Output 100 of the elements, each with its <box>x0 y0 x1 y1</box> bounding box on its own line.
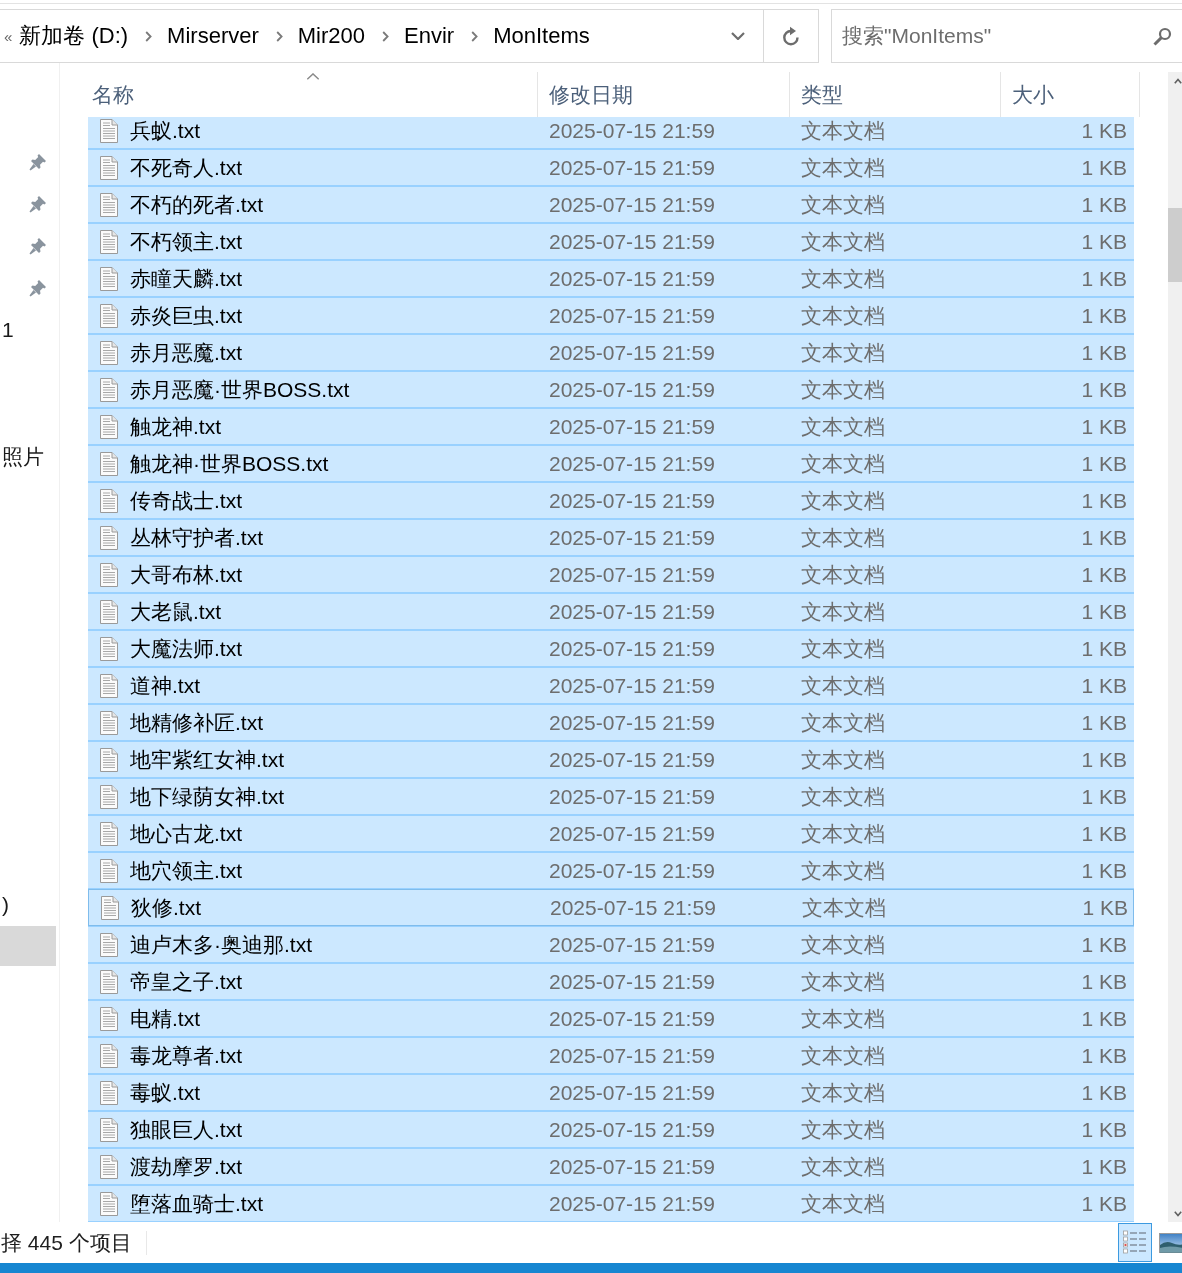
file-row[interactable]: 迪卢木多·奥迪那.txt 2025-07-15 21:59 文本文档 1 KB <box>88 926 1134 963</box>
file-type: 文本文档 <box>800 228 886 255</box>
file-size: 1 KB <box>1080 229 1128 254</box>
file-row[interactable]: 独眼巨人.txt 2025-07-15 21:59 文本文档 1 KB <box>88 1111 1134 1148</box>
file-row[interactable]: 不朽领主.txt 2025-07-15 21:59 文本文档 1 KB <box>88 223 1134 260</box>
file-type: 文本文档 <box>800 1005 886 1032</box>
modified-date: 2025-07-15 21:59 <box>548 636 716 661</box>
file-row[interactable]: 堕落血骑士.txt 2025-07-15 21:59 文本文档 1 KB <box>88 1185 1134 1222</box>
breadcrumb-link[interactable]: Mir200 <box>296 23 367 49</box>
document-icon <box>100 747 118 772</box>
document-icon <box>100 932 118 957</box>
file-type: 文本文档 <box>800 339 886 366</box>
scrollbar-track[interactable] <box>1168 72 1182 1222</box>
search-icon[interactable] <box>1153 27 1172 46</box>
chevron-right-icon[interactable] <box>145 30 153 42</box>
file-row[interactable]: 电精.txt 2025-07-15 21:59 文本文档 1 KB <box>88 1000 1134 1037</box>
modified-date: 2025-07-15 21:59 <box>548 488 716 513</box>
file-row[interactable]: 地精修补匠.txt 2025-07-15 21:59 文本文档 1 KB <box>88 704 1134 741</box>
file-row[interactable]: 赤月恶魔.txt 2025-07-15 21:59 文本文档 1 KB <box>88 334 1134 371</box>
file-type: 文本文档 <box>800 746 886 773</box>
file-row[interactable]: 道神.txt 2025-07-15 21:59 文本文档 1 KB <box>88 667 1134 704</box>
nav-item[interactable]: 1 <box>0 309 56 351</box>
file-size: 1 KB <box>1080 119 1128 143</box>
file-size: 1 KB <box>1080 377 1128 402</box>
file-row[interactable]: 丛林守护者.txt 2025-07-15 21:59 文本文档 1 KB <box>88 519 1134 556</box>
file-type: 文本文档 <box>800 1190 886 1217</box>
address-bar[interactable]: « 新加卷 (D:) Mirserver Mir200 Envir MonItems <box>0 9 819 63</box>
file-row[interactable]: 地穴领主.txt 2025-07-15 21:59 文本文档 1 KB <box>88 852 1134 889</box>
file-type: 文本文档 <box>800 1042 886 1069</box>
modified-date: 2025-07-15 21:59 <box>548 525 716 550</box>
file-row[interactable]: 兵蚁.txt 2025-07-15 21:59 文本文档 1 KB <box>88 117 1134 149</box>
file-size: 1 KB <box>1080 636 1128 661</box>
details-view-button[interactable] <box>1118 1223 1152 1262</box>
file-row[interactable]: 地牢紫红女神.txt 2025-07-15 21:59 文本文档 1 KB <box>88 741 1134 778</box>
file-name: 狄修.txt <box>131 894 201 921</box>
file-row[interactable]: 触龙神.txt 2025-07-15 21:59 文本文档 1 KB <box>88 408 1134 445</box>
file-row[interactable]: 帝皇之子.txt 2025-07-15 21:59 文本文档 1 KB <box>88 963 1134 1000</box>
nav-item[interactable]: 照片 <box>0 436 56 478</box>
document-icon <box>100 1043 118 1068</box>
overflow-button[interactable]: « <box>0 28 19 44</box>
file-row[interactable]: 不朽的死者.txt 2025-07-15 21:59 文本文档 1 KB <box>88 186 1134 223</box>
file-row[interactable]: 大老鼠.txt 2025-07-15 21:59 文本文档 1 KB <box>88 593 1134 630</box>
file-row[interactable]: 毒蚁.txt 2025-07-15 21:59 文本文档 1 KB <box>88 1074 1134 1111</box>
document-icon <box>100 1191 118 1216</box>
document-icon <box>100 673 118 698</box>
chevron-right-icon[interactable] <box>471 30 479 42</box>
file-row[interactable]: 地下绿荫女神.txt 2025-07-15 21:59 文本文档 1 KB <box>88 778 1134 815</box>
document-icon <box>100 414 118 439</box>
file-row[interactable]: 赤炎巨虫.txt 2025-07-15 21:59 文本文档 1 KB <box>88 297 1134 334</box>
file-size: 1 KB <box>1080 192 1128 217</box>
breadcrumb-link[interactable]: 新加卷 (D:) <box>18 21 130 51</box>
file-row[interactable]: 不死奇人.txt 2025-07-15 21:59 文本文档 1 KB <box>88 149 1134 186</box>
file-row[interactable]: 渡劫摩罗.txt 2025-07-15 21:59 文本文档 1 KB <box>88 1148 1134 1185</box>
document-icon <box>100 784 118 809</box>
file-row[interactable]: 狄修.txt 2025-07-15 21:59 文本文档 1 KB <box>88 889 1134 926</box>
breadcrumb-link[interactable]: Envir <box>403 23 456 49</box>
caret-up-icon <box>306 73 319 80</box>
file-row[interactable]: 赤瞳天麟.txt 2025-07-15 21:59 文本文档 1 KB <box>88 260 1134 297</box>
file-size: 1 KB <box>1080 340 1128 365</box>
modified-date: 2025-07-15 21:59 <box>548 451 716 476</box>
chevron-right-icon[interactable] <box>275 30 283 42</box>
breadcrumb-link[interactable]: Mirserver <box>166 23 260 49</box>
file-type: 文本文档 <box>800 487 886 514</box>
document-icon <box>100 562 118 587</box>
file-size: 1 KB <box>1080 1043 1128 1068</box>
file-row[interactable]: 触龙神·世界BOSS.txt 2025-07-15 21:59 文本文档 1 KB <box>88 445 1134 482</box>
file-size: 1 KB <box>1081 895 1129 920</box>
file-row[interactable]: 赤月恶魔·世界BOSS.txt 2025-07-15 21:59 文本文档 1 KB <box>88 371 1134 408</box>
file-row[interactable]: 大哥布林.txt 2025-07-15 21:59 文本文档 1 KB <box>88 556 1134 593</box>
file-row[interactable]: 地心古龙.txt 2025-07-15 21:59 文本文档 1 KB <box>88 815 1134 852</box>
file-row[interactable]: 传奇战士.txt 2025-07-15 21:59 文本文档 1 KB <box>88 482 1134 519</box>
file-row[interactable]: 大魔法师.txt 2025-07-15 21:59 文本文档 1 KB <box>88 630 1134 667</box>
file-size: 1 KB <box>1080 303 1128 328</box>
nav-item[interactable]: ) <box>0 884 56 926</box>
file-type: 文本文档 <box>800 561 886 588</box>
file-type: 文本文档 <box>800 857 886 884</box>
file-name: 地心古龙.txt <box>130 820 242 847</box>
file-name: 赤瞳天麟.txt <box>130 265 242 292</box>
file-size: 1 KB <box>1080 673 1128 698</box>
file-name: 地精修补匠.txt <box>130 709 263 736</box>
scrollbar-thumb[interactable] <box>1168 208 1182 282</box>
file-type: 文本文档 <box>800 191 886 218</box>
file-name: 不朽领主.txt <box>130 228 242 255</box>
landscape-picture-icon <box>1159 1232 1182 1253</box>
chevron-right-icon[interactable] <box>382 30 390 42</box>
file-size: 1 KB <box>1080 784 1128 809</box>
chevron-up-icon <box>1174 77 1182 84</box>
document-icon <box>100 599 118 624</box>
modified-date: 2025-07-15 21:59 <box>548 784 716 809</box>
file-size: 1 KB <box>1080 155 1128 180</box>
file-type: 文本文档 <box>800 820 886 847</box>
modified-date: 2025-07-15 21:59 <box>548 1006 716 1031</box>
breadcrumb-link[interactable]: MonItems <box>492 23 591 49</box>
document-icon <box>100 1080 118 1105</box>
search-field[interactable]: 搜索"MonItems" <box>831 9 1182 63</box>
file-row[interactable]: 毒龙尊者.txt 2025-07-15 21:59 文本文档 1 KB <box>88 1037 1134 1074</box>
file-name: 地穴领主.txt <box>130 857 242 884</box>
document-icon <box>101 895 119 920</box>
modified-date: 2025-07-15 21:59 <box>548 1191 716 1216</box>
file-type: 文本文档 <box>800 968 886 995</box>
